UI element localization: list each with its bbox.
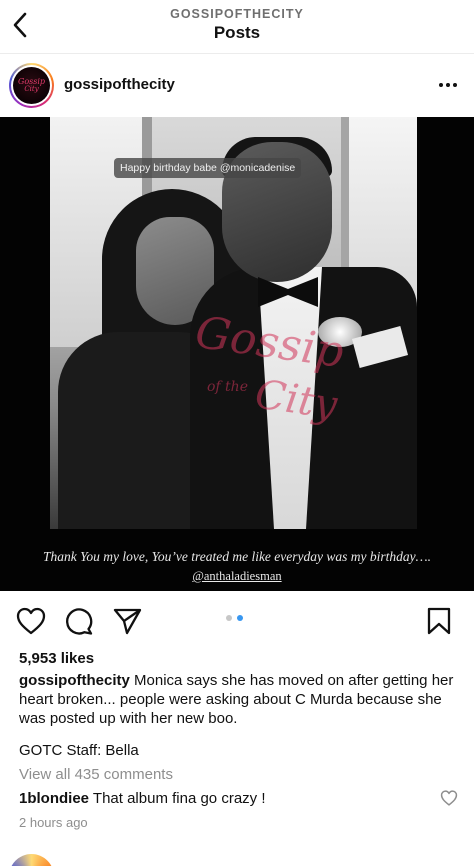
like-button[interactable] [15,606,47,636]
media-caption-handle: @anthaladiesman [192,569,282,583]
comment-text: That album fina go crazy ! [89,790,266,807]
top-bar: GOSSIPOFTHECITY Posts [0,0,474,54]
comment-username[interactable]: 1blondiee [19,790,89,807]
more-horizontal-icon [439,83,443,87]
carousel-dot-1 [226,615,232,621]
story-sticker: Happy birthday babe @monicadenise [114,158,302,178]
post-caption: gossipofthecity Monica says she has move… [19,671,459,728]
likes-count[interactable]: 5,953 likes [19,650,94,667]
share-button[interactable] [111,606,143,636]
staff-credit: GOTC Staff: Bella [19,742,139,759]
carousel-indicator [226,615,243,621]
post-username[interactable]: gossipofthecity [64,76,175,93]
account-label: GOSSIPOFTHECITY [170,7,304,21]
more-options-button[interactable] [436,75,460,95]
post-photo: Happy birthday babe @monicadenise Gossip… [50,117,417,529]
post-header: Gossip City gossipofthecity [0,57,474,115]
caption-username[interactable]: gossipofthecity [19,672,130,689]
watermark: Gossip of the City [192,306,347,429]
next-post-avatar[interactable] [9,854,54,866]
bookmark-icon [427,607,451,635]
action-bar [0,598,474,644]
heart-icon [440,790,458,806]
avatar-logo: Gossip City [13,67,50,104]
avatar[interactable]: Gossip City [9,63,54,108]
view-all-comments-link[interactable]: View all 435 comments [19,766,173,783]
send-icon [113,608,142,635]
comment-like-button[interactable] [440,790,458,808]
save-button[interactable] [423,606,455,636]
media-caption: Thank You my love, You’ve treated me lik… [42,549,432,564]
heart-icon [16,607,46,635]
carousel-dot-2 [237,615,243,621]
post-media[interactable]: Happy birthday babe @monicadenise Gossip… [0,117,474,591]
comment-icon [66,608,93,635]
page-title: Posts [213,23,261,42]
top-comment: 1blondiee That album fina go crazy ! [19,790,266,807]
post-timestamp: 2 hours ago [19,815,88,830]
comment-button[interactable] [63,606,95,636]
